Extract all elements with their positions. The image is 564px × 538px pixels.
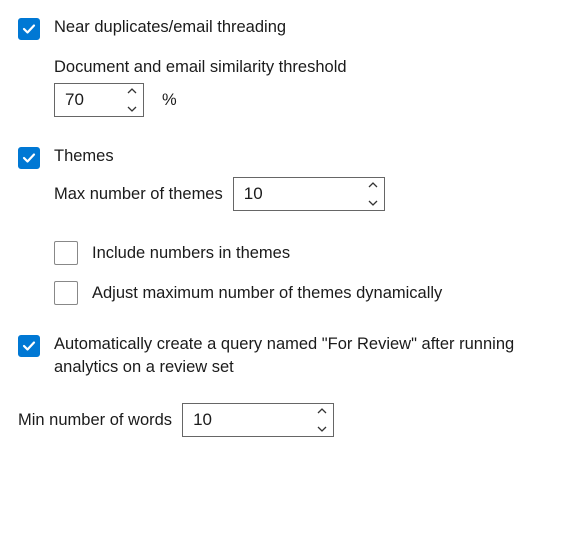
max-themes-input[interactable]: 10 [233, 177, 385, 211]
min-words-step-up-icon[interactable] [317, 407, 327, 415]
threshold-step-down-icon[interactable] [127, 105, 137, 113]
themes-label: Themes [54, 145, 114, 168]
threshold-label: Document and email similarity threshold [54, 58, 546, 77]
auto-query-checkbox[interactable] [18, 335, 40, 357]
near-duplicates-label: Near duplicates/email threading [54, 16, 286, 39]
min-words-step-down-icon[interactable] [317, 425, 327, 433]
min-words-label: Min number of words [18, 411, 172, 430]
max-themes-step-up-icon[interactable] [368, 181, 378, 189]
min-words-input[interactable]: 10 [182, 403, 334, 437]
max-themes-value[interactable]: 10 [234, 178, 362, 210]
threshold-input[interactable]: 70 [54, 83, 144, 117]
themes-checkbox[interactable] [18, 147, 40, 169]
threshold-step-up-icon[interactable] [127, 87, 137, 95]
max-themes-step-down-icon[interactable] [368, 199, 378, 207]
include-numbers-label: Include numbers in themes [92, 244, 290, 263]
adjust-dynamic-label: Adjust maximum number of themes dynamica… [92, 284, 442, 303]
adjust-dynamic-checkbox[interactable] [54, 281, 78, 305]
auto-query-label: Automatically create a query named "For … [54, 333, 534, 379]
include-numbers-checkbox[interactable] [54, 241, 78, 265]
threshold-unit: % [162, 91, 177, 110]
min-words-value[interactable]: 10 [183, 404, 311, 436]
threshold-value[interactable]: 70 [55, 84, 121, 116]
max-themes-label: Max number of themes [54, 185, 223, 204]
near-duplicates-checkbox[interactable] [18, 18, 40, 40]
